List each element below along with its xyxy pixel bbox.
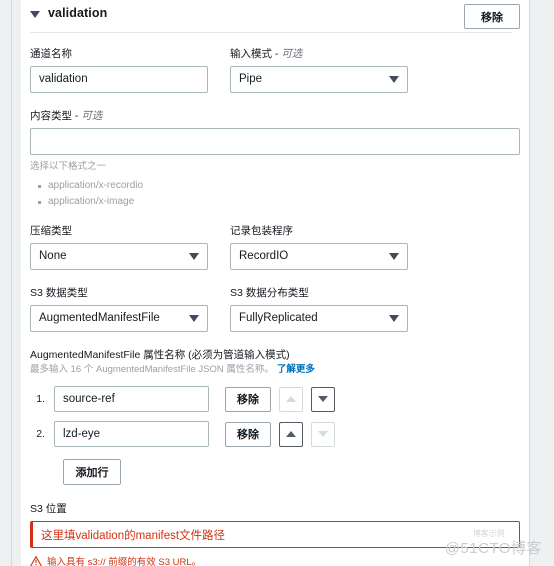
compression-type-select[interactable]: None — [30, 243, 208, 270]
move-attribute-down-button[interactable] — [311, 386, 335, 412]
attribute-name-input[interactable]: lzd-eye — [54, 421, 209, 447]
chevron-down-icon[interactable] — [389, 76, 399, 83]
input-mode-label: 输入模式 - 可选 — [230, 48, 303, 60]
chevron-down-icon — [318, 431, 328, 437]
compression-type-label: 压缩类型 — [30, 225, 72, 237]
content-type-label-text: 内容类型 — [30, 110, 72, 122]
field-input-mode: 输入模式 - 可选 Pipe — [230, 47, 408, 93]
input-mode-optional: 可选 — [281, 48, 303, 60]
channel-panel-card: validation 移除 通道名称 validation 输入模式 - 可选 — [21, 0, 529, 566]
content-type-hint: 选择以下格式之一 — [30, 161, 107, 172]
row-name-mode: 通道名称 validation 输入模式 - 可选 Pipe — [30, 47, 520, 93]
field-content-type: 内容类型 - 可选 选择以下格式之一 application/x-recordi… — [30, 109, 520, 210]
panel-header: validation 移除 — [21, 0, 529, 33]
s3-location-value: 这里填validation的manifest文件路径 — [41, 529, 226, 542]
record-wrapper-select[interactable]: RecordIO — [230, 243, 408, 270]
learn-more-link[interactable]: 了解更多 — [277, 364, 315, 375]
warning-triangle-icon — [30, 555, 42, 566]
move-attribute-down-button — [311, 421, 335, 447]
table-row: 2. lzd-eye 移除 — [30, 421, 520, 447]
attribute-names-section: AugmentedManifestFile 属性名称 (必须为管道输入模式) 最… — [30, 348, 520, 485]
watermark-text: @51CTO博客 — [444, 540, 542, 557]
chevron-down-icon[interactable] — [189, 315, 199, 322]
attribute-names-subtitle-text: 最多输入 16 个 AugmentedManifestFile JSON 属性名… — [30, 364, 274, 375]
s3-location-error-text: 输入具有 s3:// 前缀的有效 S3 URL。 — [47, 557, 202, 566]
record-wrapper-value: RecordIO — [239, 250, 289, 262]
field-s3-data-distribution: S3 数据分布类型 FullyReplicated — [230, 286, 408, 332]
panel-title: validation — [48, 6, 108, 20]
channel-name-label: 通道名称 — [30, 48, 72, 60]
content-type-options-list: application/x-recordio application/x-ima… — [30, 178, 520, 210]
s3-location-label: S3 位置 — [30, 503, 67, 515]
attribute-name-value: lzd-eye — [63, 428, 101, 440]
move-attribute-up-button[interactable] — [279, 421, 303, 447]
page-rule-right — [529, 0, 530, 566]
input-mode-value: Pipe — [239, 73, 263, 85]
field-record-wrapper: 记录包装程序 RecordIO — [230, 224, 408, 270]
input-mode-label-text: 输入模式 — [230, 48, 272, 60]
field-s3-data-type: S3 数据类型 AugmentedManifestFile — [30, 286, 208, 332]
attribute-row-number: 1. — [36, 393, 45, 405]
move-attribute-up-button — [279, 386, 303, 412]
s3-data-distribution-select[interactable]: FullyReplicated — [230, 305, 408, 332]
header-divider — [30, 32, 512, 33]
watermark: 博客示例 @51CTO博客 — [444, 529, 542, 558]
attribute-names-subtitle: 最多输入 16 个 AugmentedManifestFile JSON 属性名… — [30, 363, 520, 377]
s3-data-distribution-value: FullyReplicated — [239, 312, 318, 324]
page-rule-left — [11, 0, 12, 566]
screenshot-root: validation 移除 通道名称 validation 输入模式 - 可选 — [0, 0, 554, 566]
table-row: 1. source-ref 移除 — [30, 386, 520, 412]
attribute-row-number: 2. — [36, 428, 45, 440]
row-compression-wrapper: 压缩类型 None 记录包装程序 RecordIO — [30, 224, 520, 270]
chevron-down-icon[interactable] — [189, 253, 199, 260]
input-mode-select[interactable]: Pipe — [230, 66, 408, 93]
content-type-optional: 可选 — [81, 110, 103, 122]
remove-attribute-button[interactable]: 移除 — [225, 386, 271, 412]
chevron-up-icon — [286, 396, 296, 402]
s3-data-type-value: AugmentedManifestFile — [39, 312, 160, 324]
attribute-name-input[interactable]: source-ref — [54, 386, 209, 412]
list-item: application/x-recordio — [38, 178, 520, 194]
list-item: application/x-image — [38, 194, 520, 210]
content-type-label: 内容类型 - 可选 — [30, 110, 103, 122]
channel-name-value: validation — [39, 73, 88, 85]
panel-body: 通道名称 validation 输入模式 - 可选 Pipe 内容类型 - 可选… — [21, 47, 529, 566]
chevron-down-icon[interactable] — [389, 253, 399, 260]
attribute-name-value: source-ref — [63, 393, 115, 405]
compression-type-value: None — [39, 250, 67, 262]
s3-data-distribution-label: S3 数据分布类型 — [230, 287, 309, 299]
s3-data-type-select[interactable]: AugmentedManifestFile — [30, 305, 208, 332]
remove-attribute-button[interactable]: 移除 — [225, 421, 271, 447]
record-wrapper-label: 记录包装程序 — [230, 225, 293, 237]
chevron-up-icon — [286, 431, 296, 437]
panel-header-left[interactable]: validation — [30, 6, 107, 20]
chevron-down-icon[interactable] — [30, 10, 40, 18]
chevron-down-icon — [318, 396, 328, 402]
s3-data-type-label: S3 数据类型 — [30, 287, 88, 299]
field-compression-type: 压缩类型 None — [30, 224, 208, 270]
watermark-sub: 博客示例 — [472, 529, 505, 538]
add-row-button[interactable]: 添加行 — [63, 459, 121, 485]
field-channel-name: 通道名称 validation — [30, 47, 208, 93]
channel-name-input[interactable]: validation — [30, 66, 208, 93]
content-type-input[interactable] — [30, 128, 520, 155]
remove-channel-button[interactable]: 移除 — [464, 4, 520, 29]
row-s3-type-distribution: S3 数据类型 AugmentedManifestFile S3 数据分布类型 … — [30, 286, 520, 332]
attribute-names-title: AugmentedManifestFile 属性名称 (必须为管道输入模式) — [30, 349, 290, 361]
chevron-down-icon[interactable] — [389, 315, 399, 322]
